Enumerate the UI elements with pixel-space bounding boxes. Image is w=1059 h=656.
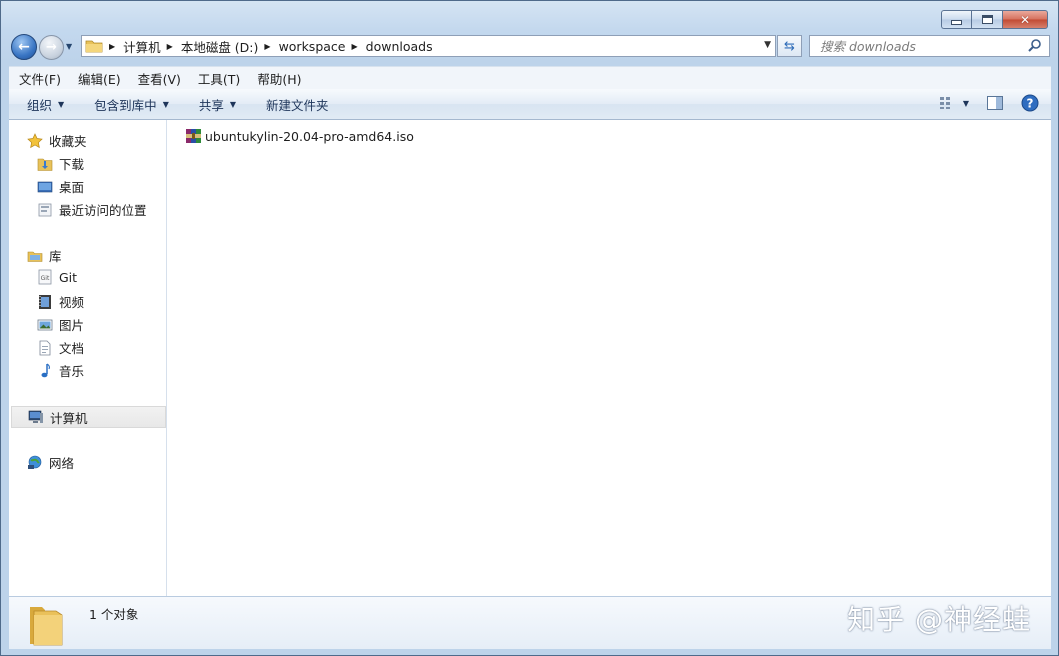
chevron-down-icon: ▼ [229,99,237,109]
address-bar[interactable]: ▶ 计算机 ▶ 本地磁盘 (D:) ▶ workspace ▶ download… [81,35,776,57]
command-bar: 组织 ▼ 包含到库中 ▼ 共享 ▼ 新建文件夹 ▼ ? [9,89,1051,120]
documents-icon [37,340,53,356]
view-options-button[interactable]: ▼ [939,96,969,110]
close-button[interactable]: ✕ [1002,10,1048,29]
desktop-icon [37,179,53,195]
help-button[interactable]: ? [1021,94,1039,112]
view-grid-icon [939,97,950,109]
sidebar-item-downloads[interactable]: 下载 [37,154,84,173]
sidebar-item-pictures[interactable]: 图片 [37,315,84,334]
menu-tools[interactable]: 工具(T) [198,69,240,88]
view-controls: ▼ ? [921,94,1039,112]
arrow-right-icon: → [46,40,57,55]
breadcrumb-computer[interactable]: ▶ 计算机 [103,37,161,56]
close-icon: ✕ [1019,12,1031,27]
star-icon [27,132,43,149]
libraries-icon [27,248,43,264]
chevron-down-icon: ▼ [162,99,169,109]
sidebar-item-network[interactable]: 网络 [27,453,74,472]
help-icon: ? [1021,94,1039,112]
minimize-icon [951,20,962,25]
explorer-window: ✕ ← → ▼ ▶ 计算机 ▶ 本地磁盘 (D:) ▶ workspace ▶ … [0,0,1059,656]
file-name: ubuntukylin-20.04-pro-amd64.iso [205,128,414,144]
pictures-icon [37,317,53,333]
preview-pane-icon [987,96,1003,110]
breadcrumb-workspace[interactable]: ▶ workspace [258,39,345,54]
network-icon [27,455,43,471]
chevron-down-icon: ▼ [962,98,969,108]
forward-button[interactable]: → [39,35,64,60]
chevron-right-icon[interactable]: ▶ [109,42,115,51]
file-item[interactable]: ubuntukylin-20.04-pro-amd64.iso [185,128,414,144]
downloads-folder-icon [37,156,53,172]
watermark: 知乎 @神经蛙 [847,603,1031,636]
minimize-button[interactable] [941,10,971,29]
window-controls: ✕ [941,10,1048,29]
chevron-right-icon[interactable]: ▶ [167,42,173,51]
navigation-pane: 收藏夹 下载 桌面 最近访问的位置 库 Git Git 视频 图片 文档 音乐 … [9,120,167,596]
menu-help[interactable]: 帮助(H) [257,69,301,88]
refresh-button[interactable]: ⇆ [777,35,802,57]
address-history-dropdown[interactable]: ▼ [764,40,771,50]
folder-icon [30,607,63,646]
videos-icon [37,294,53,310]
svg-text:?: ? [1027,97,1034,111]
recent-places-icon [37,202,53,218]
git-library-icon: Git [37,269,53,285]
chevron-down-icon: ▼ [58,99,65,109]
file-list: ubuntukylin-20.04-pro-amd64.iso [167,120,1051,596]
menu-bar: 文件(F) 编辑(E) 查看(V) 工具(T) 帮助(H) [9,66,1051,89]
folder-icon [85,40,103,53]
computer-icon [28,409,44,425]
sidebar-item-computer[interactable]: 计算机 [11,406,166,428]
details-pane: 1 个对象 知乎 @神经蛙 [9,596,1051,649]
sidebar-item-desktop[interactable]: 桌面 [37,177,84,196]
maximize-button[interactable] [971,10,1002,29]
sidebar-item-favorites[interactable]: 收藏夹 [27,131,87,150]
back-button[interactable]: ← [11,34,37,60]
music-icon [37,362,53,379]
include-in-library-button[interactable]: 包含到库中 ▼ [94,95,169,114]
sidebar-item-music[interactable]: 音乐 [37,361,84,380]
maximize-icon [981,15,993,24]
chevron-right-icon[interactable]: ▶ [264,42,270,51]
item-count: 1 个对象 [89,607,139,622]
share-button[interactable]: 共享 ▼ [199,95,236,114]
recent-pages-dropdown[interactable]: ▼ [66,42,72,51]
winrar-archive-icon [186,129,201,143]
arrow-left-icon: ← [18,39,30,55]
menu-view[interactable]: 查看(V) [138,69,181,88]
breadcrumb-downloads[interactable]: ▶ downloads [345,39,432,54]
sidebar-item-recent-places[interactable]: 最近访问的位置 [37,200,147,219]
preview-pane-button[interactable] [987,96,1003,110]
search-icon[interactable] [1027,38,1043,54]
sidebar-item-libraries[interactable]: 库 [27,246,62,265]
search-input[interactable] [818,37,1027,55]
new-folder-button[interactable]: 新建文件夹 [266,95,329,114]
chevron-right-icon[interactable]: ▶ [351,42,357,51]
breadcrumb-drive-d[interactable]: ▶ 本地磁盘 (D:) [161,37,259,56]
sidebar-item-git[interactable]: Git Git [37,269,77,285]
organize-button[interactable]: 组织 ▼ [27,95,64,114]
sidebar-item-videos[interactable]: 视频 [37,292,84,311]
menu-file[interactable]: 文件(F) [19,69,61,88]
refresh-icon: ⇆ [784,38,795,54]
svg-text:Git: Git [41,275,50,282]
sidebar-item-documents[interactable]: 文档 [37,338,84,357]
menu-edit[interactable]: 编辑(E) [78,69,121,88]
search-box[interactable] [809,35,1050,57]
